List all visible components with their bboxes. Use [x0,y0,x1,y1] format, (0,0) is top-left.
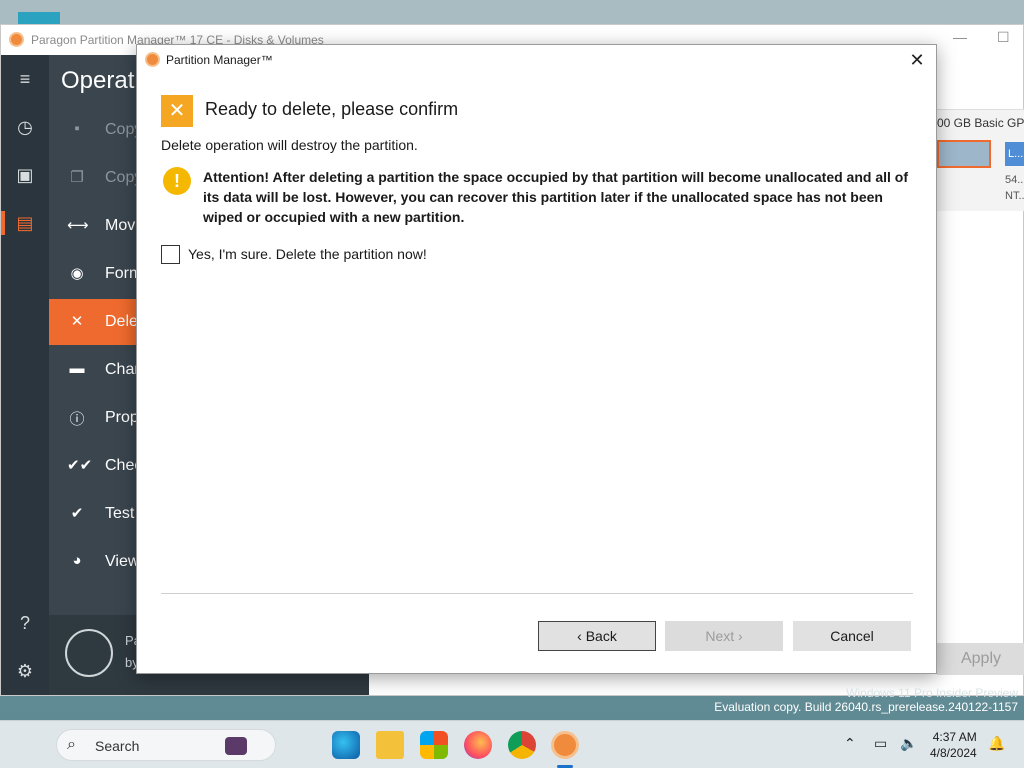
help-icon[interactable]: ? [13,611,37,635]
warning-text: Attention! After deleting a partition th… [203,169,908,225]
back-button[interactable]: ‹ Back [538,621,656,651]
double-check-icon: ✔✔ [67,457,93,474]
taskbar: ⌕ Search ⌃ ▭ 🔈 4:37 AM 4/8/2024 🔔 [0,720,1024,768]
search-highlight-icon [225,737,247,755]
close-icon[interactable]: ✕ [906,49,928,71]
taskbar-search[interactable]: ⌕ Search [56,729,276,761]
dialog-titlebar: Partition Manager™ ✕ [137,45,936,75]
clock-date: 4/8/2024 [930,746,977,760]
partition-fs: NT... [1005,190,1024,202]
partition-block[interactable]: L... [1005,142,1024,166]
delete-icon: ✕ [70,313,84,330]
paragon-logo-icon [145,52,160,67]
label-icon: ▬ [69,360,85,377]
notification-bell-icon[interactable]: 🔔 [988,735,1005,752]
paragon-logo-icon [9,32,24,47]
confirm-checkbox[interactable] [161,245,180,264]
file-explorer-icon[interactable] [376,731,404,759]
hamburger-menu-icon[interactable]: ≡ [13,67,37,91]
paragon-icon[interactable] [551,731,579,759]
disk-map: 00 GB Basic GPT L... 54... NT... [937,109,1024,211]
copy-icon: ❐ [70,169,84,186]
os-icon: ▪ [74,120,80,137]
chevron-up-icon[interactable]: ⌃ [844,735,856,752]
maximize-icon[interactable]: ☐ [997,29,1010,46]
watermark-line-1: Windows 11 Pro Insider Preview [846,686,1018,700]
background-window-tab [18,12,60,24]
disk-tools-icon[interactable]: ▣ [13,163,37,187]
minimize-icon[interactable]: — [953,29,967,45]
info-icon: ⓘ [69,411,85,428]
move-icon: ⟷ [67,217,89,234]
store-icon[interactable] [420,731,448,759]
disks-volumes-icon[interactable]: ▤ [13,211,37,235]
dialog-subtext: Delete operation will destroy the partit… [161,137,418,153]
disk-header: 00 GB Basic GPT [937,116,1024,130]
firefox-icon[interactable] [464,731,492,759]
history-icon[interactable]: ◷ [13,115,37,139]
clock[interactable]: 4:37 AM 4/8/2024 [930,729,977,761]
background-window-strip [0,0,1024,24]
divider [161,593,913,594]
format-icon: ◉ [70,265,84,282]
next-button[interactable]: Next › [665,621,783,651]
delete-header-icon: ✕ [161,95,193,127]
cancel-button[interactable]: Cancel [793,621,911,651]
settings-gear-icon[interactable]: ⚙ [13,659,37,683]
clock-time: 4:37 AM [932,730,977,744]
windows-watermark: Windows 11 Pro Insider Preview Evaluatio… [714,686,1018,714]
search-icon: ⌕ [67,736,76,753]
apply-button[interactable]: Apply [937,643,1024,675]
chrome-icon[interactable] [508,731,536,759]
recovery-icon [65,629,113,677]
network-icon[interactable]: ▭ [874,735,887,752]
search-label: Search [95,738,140,754]
sidebar-rail: ≡ ◷ ▣ ▤ ? ⚙ [1,55,49,695]
op-label: View [105,553,140,570]
rail-active-indicator [1,211,5,235]
warning-icon: ! [163,167,191,195]
edge-icon[interactable] [332,731,360,759]
dialog-heading: Ready to delete, please confirm [205,99,459,119]
dialog-title: Partition Manager™ [166,53,273,67]
view-icon: ◕ [72,552,82,569]
check-icon: ✔ [70,505,84,522]
partition-size: 54... [1005,174,1024,186]
selected-partition-block[interactable] [937,140,991,168]
delete-confirm-dialog: Partition Manager™ ✕ ✕ Ready to delete, … [136,44,937,674]
confirm-label[interactable]: Yes, I'm sure. Delete the partition now! [188,246,427,262]
watermark-line-2: Evaluation copy. Build 26040.rs_prerelea… [714,700,1018,714]
volume-icon[interactable]: 🔈 [900,735,917,752]
